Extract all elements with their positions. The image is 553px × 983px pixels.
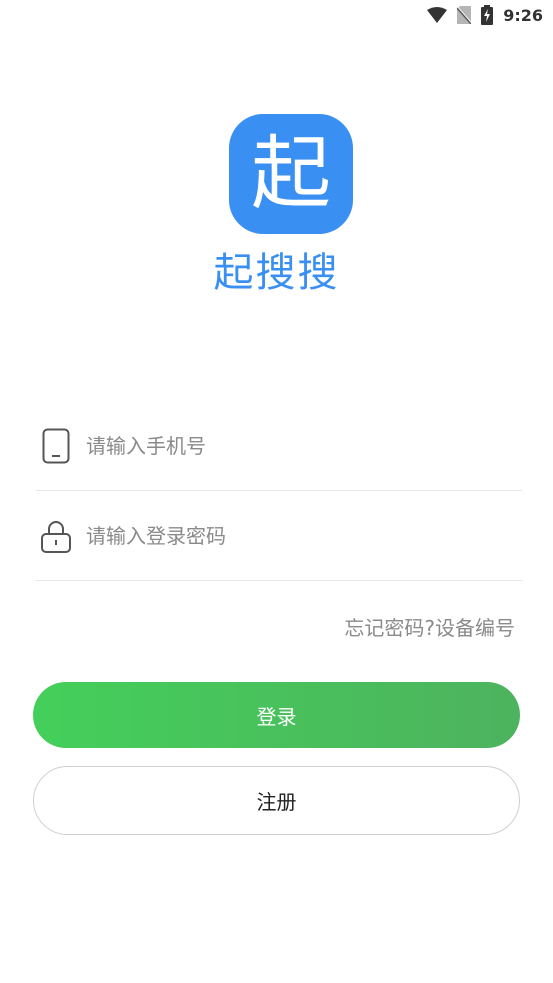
forgot-password-link[interactable]: 忘记密码? <box>344 612 435 641</box>
phone-icon <box>38 426 74 466</box>
phone-field-row <box>36 416 522 476</box>
status-icons: 9:26 <box>427 4 543 26</box>
status-time: 9:26 <box>503 5 543 25</box>
wifi-icon <box>427 7 448 23</box>
device-id-link[interactable]: 设备编号 <box>435 612 515 641</box>
auxiliary-links: 忘记密码? 设备编号 <box>344 612 515 641</box>
login-button[interactable]: 登录 <box>33 682 520 748</box>
login-screen: 9:26 起 起搜搜 忘记密码? 设备编号 登 <box>0 0 553 983</box>
phone-divider <box>36 490 522 491</box>
password-input[interactable] <box>86 524 522 548</box>
battery-charging-icon <box>481 5 494 25</box>
logo-character: 起 <box>251 127 331 220</box>
status-bar: 9:26 <box>0 0 553 30</box>
password-divider <box>36 580 522 581</box>
app-logo: 起 <box>229 114 353 234</box>
no-sim-icon <box>457 6 472 24</box>
register-button[interactable]: 注册 <box>33 766 520 835</box>
password-field-row <box>36 506 522 566</box>
phone-input[interactable] <box>86 434 522 458</box>
app-name: 起搜搜 <box>213 250 340 296</box>
lock-icon <box>38 516 74 556</box>
